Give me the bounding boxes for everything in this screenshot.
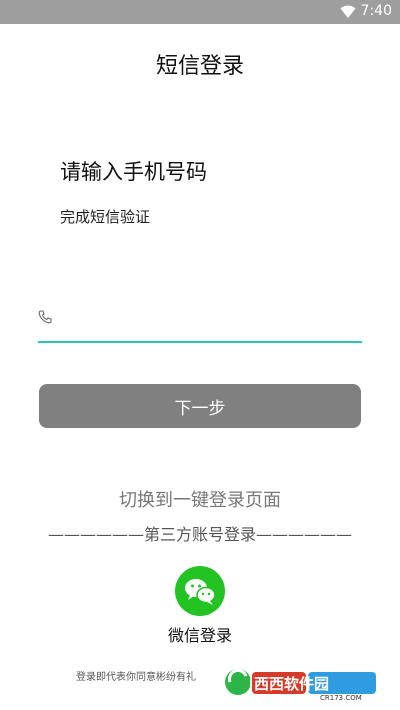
switch-one-click-login-link[interactable]: 切换到一键登录页面	[0, 486, 400, 512]
agreement-text: 登录即代表你同意彬纷有礼	[76, 672, 196, 683]
phone-icon	[38, 310, 52, 324]
form-heading: 请输入手机号码	[60, 160, 207, 184]
next-step-button[interactable]: 下一步	[39, 384, 361, 428]
phone-input[interactable]	[62, 304, 358, 332]
site-watermark-logo: 西西软件园 CR173.COM	[225, 668, 378, 702]
page-title: 短信登录	[155, 54, 244, 79]
wechat-logo-icon	[185, 579, 216, 605]
wechat-icon[interactable]	[175, 566, 225, 616]
status-bar: 7:40	[0, 0, 400, 24]
third-party-login-divider: ——————第三方账号登录——————	[47, 525, 352, 544]
wechat-login-label[interactable]: 微信登录	[0, 622, 400, 646]
watermark-sub: CR173.COM	[320, 694, 362, 702]
phone-field[interactable]	[38, 300, 362, 343]
watermark-text: 西西软件园	[254, 675, 329, 693]
form-subheading: 完成短信验证	[60, 208, 151, 226]
status-time: 7:40	[360, 3, 392, 19]
wifi-icon	[340, 5, 356, 18]
